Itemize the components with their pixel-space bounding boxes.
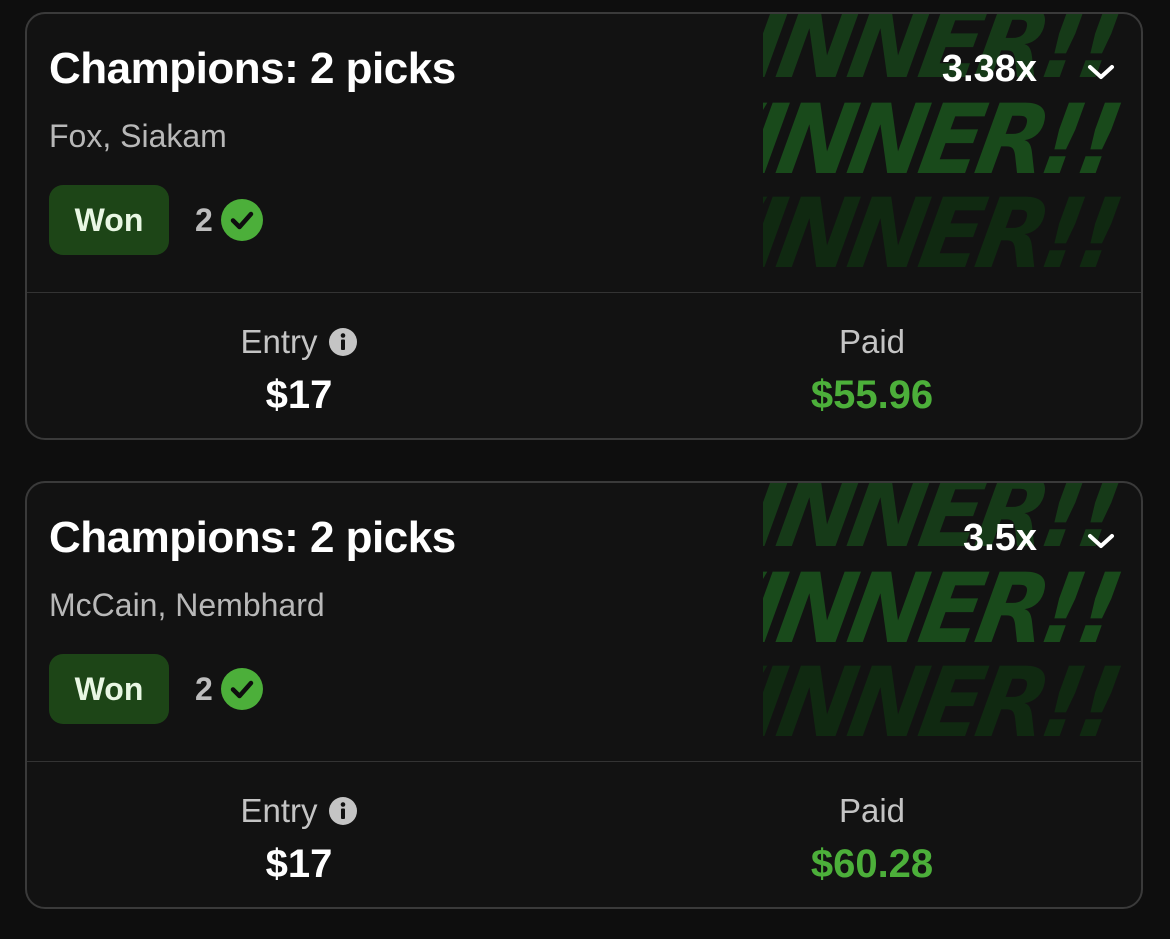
player-names: McCain, Nembhard — [49, 587, 325, 623]
payout-multiplier: 3.5x — [963, 517, 1037, 559]
entry-amount: $17 — [265, 373, 333, 417]
entry-stat: Entry $17 — [149, 320, 449, 418]
status-badge: Won — [49, 185, 169, 255]
info-icon[interactable] — [328, 327, 358, 357]
payout-multiplier: 3.38x — [941, 48, 1037, 90]
watermark-text: WINNER!! — [763, 552, 1123, 665]
entry-label: Entry — [240, 323, 318, 360]
card-title: Champions: 2 picks — [49, 44, 456, 93]
info-icon[interactable] — [328, 796, 358, 826]
player-names: Fox, Siakam — [49, 118, 227, 154]
entry-label-row: Entry — [149, 320, 449, 364]
entry-amount: $17 — [265, 842, 333, 886]
expand-button[interactable] — [1083, 523, 1119, 559]
watermark-text: WINNER!! — [763, 177, 1123, 290]
entry-label-row: Entry — [149, 789, 449, 833]
correct-count: 2 — [195, 201, 213, 238]
entry-label: Entry — [240, 792, 318, 829]
entry-card[interactable]: WINNER!! WINNER!! WINNER!! Champions: 2 … — [25, 12, 1143, 440]
watermark-text: WINNER!! — [763, 646, 1123, 759]
winner-watermark: WINNER!! WINNER!! WINNER!! — [763, 483, 1123, 761]
status-row: Won 2 — [49, 653, 263, 725]
expand-button[interactable] — [1083, 54, 1119, 90]
card-divider — [27, 292, 1141, 293]
card-divider — [27, 761, 1141, 762]
paid-stat: Paid $60.28 — [722, 789, 1022, 887]
chevron-down-icon — [1088, 65, 1114, 79]
status-row: Won 2 — [49, 184, 263, 256]
paid-amount: $55.96 — [810, 373, 934, 417]
paid-stat: Paid $55.96 — [722, 320, 1022, 418]
check-circle-icon — [220, 668, 263, 710]
watermark-text: WINNER!! — [763, 83, 1123, 196]
chevron-down-icon — [1088, 534, 1114, 548]
correct-count: 2 — [195, 670, 213, 707]
entry-stat: Entry $17 — [149, 789, 449, 887]
paid-amount: $60.28 — [810, 842, 934, 886]
check-circle-icon — [220, 199, 263, 241]
paid-label: Paid — [838, 792, 906, 829]
status-badge: Won — [49, 654, 169, 724]
entry-card[interactable]: WINNER!! WINNER!! WINNER!! Champions: 2 … — [25, 481, 1143, 909]
card-title: Champions: 2 picks — [49, 513, 456, 562]
paid-label: Paid — [838, 323, 906, 360]
watermark-text: WINNER!! — [763, 483, 1123, 569]
